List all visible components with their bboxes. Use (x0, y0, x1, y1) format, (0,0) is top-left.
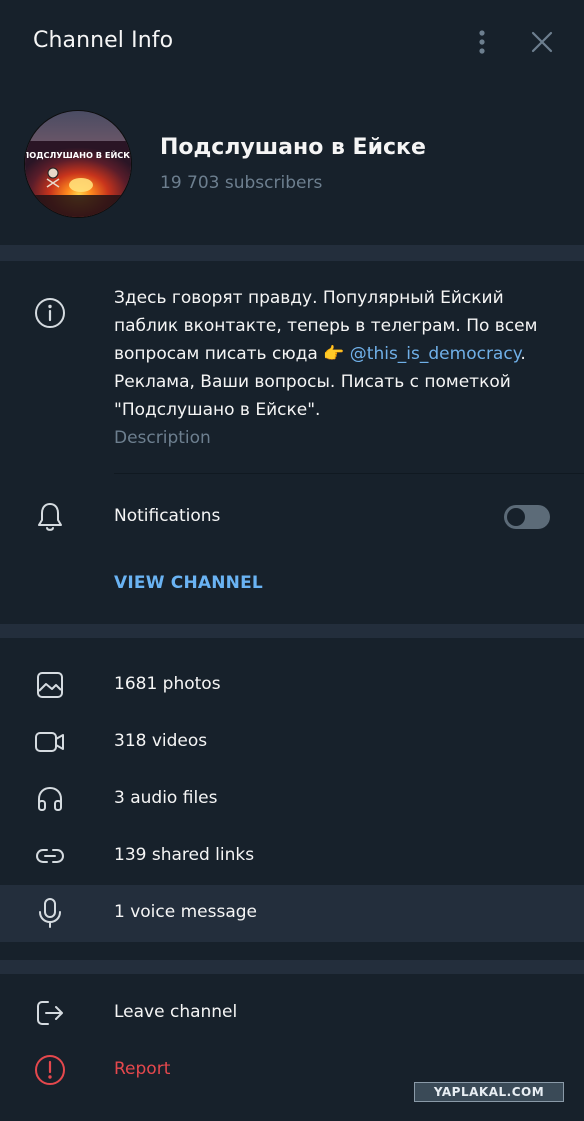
page-title: Channel Info (33, 28, 174, 53)
link-icon (34, 840, 66, 872)
section-separator (0, 245, 584, 261)
leave-channel-button[interactable]: Leave channel (0, 985, 584, 1042)
notifications-label: Notifications (114, 506, 221, 526)
divider (114, 473, 584, 474)
close-button[interactable] (527, 26, 557, 58)
video-icon (34, 726, 66, 758)
bell-icon (34, 501, 66, 533)
media-label: 318 videos (114, 731, 208, 751)
media-label: 1681 photos (114, 674, 221, 694)
leave-icon (34, 997, 66, 1029)
avatar-caption: ПОДСЛУШАНО В ЕЙСКЕ (25, 149, 132, 160)
section-separator (0, 624, 584, 638)
channel-description: Здесь говорят правду. Популярный Ейский … (114, 284, 554, 424)
microphone-icon (34, 897, 66, 929)
subscriber-count: 19 703 subscribers (160, 173, 323, 193)
media-row-voice[interactable]: 1 voice message (0, 885, 584, 942)
more-options-button[interactable] (467, 26, 497, 58)
close-icon (531, 31, 553, 53)
media-label: 1 voice message (114, 902, 258, 922)
info-icon (34, 297, 66, 329)
photo-icon (34, 669, 66, 701)
report-icon (34, 1054, 66, 1086)
report-label: Report (114, 1059, 171, 1079)
media-label: 3 audio files (114, 788, 218, 808)
channel-avatar[interactable]: ПОДСЛУШАНО В ЕЙСКЕ (24, 110, 132, 218)
media-row-photos[interactable]: 1681 photos (0, 657, 584, 714)
media-row-videos[interactable]: 318 videos (0, 714, 584, 771)
media-row-audio[interactable]: 3 audio files (0, 771, 584, 828)
headphones-icon (34, 783, 66, 815)
media-label: 139 shared links (114, 845, 255, 865)
description-link[interactable]: @this_is_democracy (350, 344, 521, 364)
channel-name: Подслушано в Ейске (160, 135, 426, 160)
description-label: Description (114, 428, 211, 448)
toggle-knob (507, 508, 525, 526)
leave-label: Leave channel (114, 1002, 238, 1022)
media-row-links[interactable]: 139 shared links (0, 828, 584, 885)
watermark: YAPLAKAL.COM (414, 1082, 564, 1102)
more-vertical-icon (479, 30, 485, 54)
view-channel-button[interactable]: VIEW CHANNEL (114, 573, 263, 593)
notifications-toggle[interactable] (504, 505, 550, 529)
section-separator (0, 960, 584, 974)
